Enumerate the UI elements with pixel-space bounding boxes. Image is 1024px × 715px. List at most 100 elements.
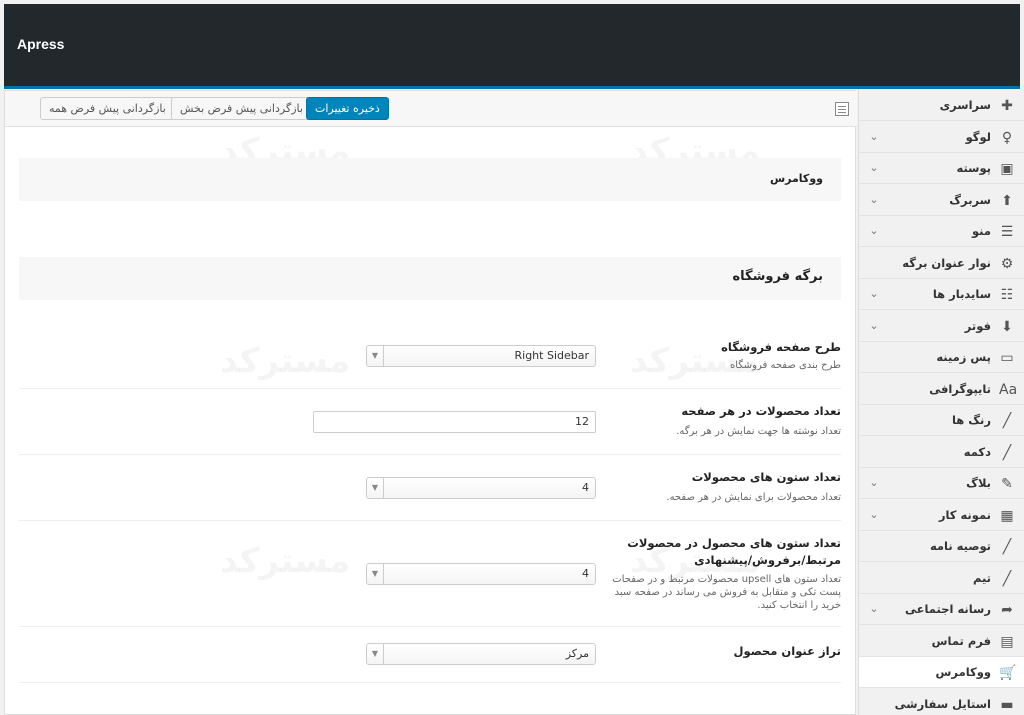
chevron-down-icon[interactable]: ⌄ (867, 319, 881, 333)
sidebar-item-label: نمونه کار (938, 507, 991, 522)
admin-header: Apress (0, 0, 1024, 90)
sidebar-item[interactable]: ╱ توصیه نامه (859, 531, 1024, 562)
sidebar-item[interactable]: ☷ سایدبار ها ⌄ (859, 279, 1024, 310)
sidebar-item-label: لوگو (965, 129, 991, 144)
products-per-page-input[interactable]: 12 (313, 411, 596, 433)
edit-icon: ✎ (1001, 476, 1013, 492)
sidebar-item[interactable]: ➦ رسانه اجتماعی ⌄ (859, 594, 1024, 625)
sidebar-item-label: پس زمینه (936, 350, 991, 364)
typography-icon: Aa (999, 381, 1018, 398)
select-value: 4 (582, 481, 589, 494)
brush-icon: ╱ (1002, 539, 1012, 555)
field-products-per-page: تعداد محصولات در هر صفحه تعداد نوشته ها … (19, 389, 841, 455)
sidebar-item-label: توصیه نامه (929, 539, 991, 553)
save-changes-button[interactable]: ذخیره تغییرات (306, 97, 389, 120)
shop-layout-select[interactable]: Right Sidebar ▼ (366, 345, 596, 367)
chevron-down-icon[interactable]: ⌄ (867, 476, 881, 490)
related-columns-select[interactable]: 4 ▼ (366, 563, 596, 585)
lightbulb-icon: ♀ (1001, 129, 1013, 146)
list-icon: ☷ (1000, 287, 1014, 303)
sidebar-item-label: رنگ ها (951, 413, 991, 427)
chevron-down-icon[interactable]: ⌄ (867, 508, 881, 522)
sidebar-item[interactable]: ⬇ فوتر ⌄ (859, 310, 1024, 342)
options-sidebar: ✚ سراسری ♀ لوگو ⌄ ▣ پوسته ⌄ ⬆ سربرگ ⌄ ☰ منو ⌄ ⚙ نوار عن… (858, 90, 1024, 715)
field-title-align: تراز عنوان محصول مرکز ▼ (19, 627, 841, 683)
field-description: تعداد نوشته ها جهت نمایش در هر برگه. (676, 426, 841, 437)
sidebar-item[interactable]: ✚ سراسری (859, 90, 1024, 121)
menu-icon: ☰ (1000, 224, 1014, 240)
expand-options-icon[interactable] (835, 102, 849, 116)
sidebar-item[interactable]: ▦ نمونه کار ⌄ (859, 499, 1024, 531)
chevron-down-icon: ▼ (367, 346, 384, 366)
sidebar-item[interactable]: ☰ منو ⌄ (859, 216, 1024, 247)
chevron-down-icon[interactable]: ⌄ (867, 130, 881, 144)
field-title: تراز عنوان محصول (733, 644, 842, 658)
sidebar-item-label: نوار عنوان برگه (902, 255, 991, 270)
cart-icon: 🛒 (999, 665, 1017, 681)
sidebar-item-label: استایل سفارشی (894, 696, 991, 711)
chevron-down-icon: ▼ (367, 478, 384, 498)
field-related-columns: تعداد ستون های محصول در محصولات مرتبط/بر… (19, 521, 841, 627)
sidebar-item-label: فوتر (964, 318, 991, 333)
options-panel: بازگردانی پیش فرض همه بازگردانی پیش فرض … (4, 90, 857, 715)
sidebar-item-label: تیم (972, 570, 991, 585)
field-description: تعداد ستون های upsell محصولات مرتبط و در… (612, 574, 841, 611)
sidebar-item[interactable]: Aa تایپوگرافی (859, 373, 1024, 405)
field-description: تعداد محصولات برای نمایش در هر صفحه. (666, 492, 841, 503)
chevron-down-icon: ▼ (367, 564, 384, 584)
sidebar-item-label: سربرگ (949, 192, 991, 207)
sidebar-item-label: سایدبار ها (932, 287, 991, 301)
sidebar-item-label: تایپوگرافی (929, 381, 991, 396)
share-icon: ➦ (1001, 602, 1013, 618)
sidebar-item[interactable]: 🛒 ووکامرس (859, 657, 1024, 688)
sidebar-item[interactable]: ╱ تیم (859, 562, 1024, 594)
field-shop-layout: طرح صفحه فروشگاه طرح بندی صفحه فروشگاه R… (19, 331, 841, 389)
sidebar-item-label: سراسری (939, 98, 991, 112)
chevron-down-icon: ▼ (367, 644, 384, 664)
layout-icon: ▣ (1000, 161, 1014, 177)
monitor-icon: ▭ (1000, 350, 1014, 366)
app-title: Apress (17, 36, 65, 52)
chevron-down-icon[interactable]: ⌄ (867, 224, 881, 238)
sidebar-item[interactable]: ▤ فرم تماس (859, 625, 1024, 657)
select-value: Right Sidebar (514, 349, 590, 362)
field-title: تعداد محصولات در هر صفحه (681, 404, 841, 418)
sidebar-item[interactable]: ⬆ سربرگ ⌄ (859, 184, 1024, 216)
section-title: برگه فروشگاه (732, 269, 823, 284)
arrow-down-icon: ⬇ (1001, 318, 1013, 335)
select-value: مرکز (565, 647, 589, 660)
header-accent-line (4, 86, 1020, 89)
brush-icon: ╱ (1002, 444, 1012, 461)
input-value: 12 (575, 415, 589, 428)
sidebar-item[interactable]: ▭ پس زمینه (859, 342, 1024, 373)
reset-section-button[interactable]: بازگردانی پیش فرض بخش (171, 97, 312, 120)
sidebar-item-label: بلاگ (966, 476, 991, 490)
title-align-select[interactable]: مرکز ▼ (366, 643, 596, 665)
sidebar-item[interactable]: ♀ لوگو ⌄ (859, 121, 1024, 153)
options-toolbar: بازگردانی پیش فرض همه بازگردانی پیش فرض … (5, 91, 857, 127)
sidebar-item[interactable]: ▬ استایل سفارشی (859, 688, 1024, 715)
sidebar-item[interactable]: ╱ رنگ ها (859, 405, 1024, 436)
sidebar-item[interactable]: ⚙ نوار عنوان برگه (859, 247, 1024, 279)
grid-icon: ▦ (1000, 507, 1014, 524)
sidebar-item-label: دکمه (963, 444, 991, 459)
sidebar-item-label: پوسته (956, 161, 991, 175)
sidebar-item-label: رسانه اجتماعی (905, 602, 991, 616)
contact-icon: ▤ (1000, 633, 1014, 650)
chevron-down-icon[interactable]: ⌄ (867, 287, 881, 301)
field-product-columns: تعداد ستون های محصولات تعداد محصولات برا… (19, 455, 841, 521)
arrow-up-icon: ⬆ (1001, 192, 1013, 209)
section-title: ووکامرس (769, 172, 823, 185)
chevron-down-icon[interactable]: ⌄ (867, 161, 881, 175)
sidebar-item-label: ووکامرس (935, 665, 991, 679)
sidebar-item[interactable]: ✎ بلاگ ⌄ (859, 468, 1024, 499)
field-title: تعداد ستون های محصول در محصولات مرتبط/بر… (627, 536, 841, 567)
chevron-down-icon[interactable]: ⌄ (867, 193, 881, 207)
section-woocommerce: ووکامرس (19, 158, 841, 201)
gear-icon: ⚙ (1000, 255, 1014, 272)
sidebar-item[interactable]: ▣ پوسته ⌄ (859, 153, 1024, 184)
chevron-down-icon[interactable]: ⌄ (867, 602, 881, 616)
reset-all-button[interactable]: بازگردانی پیش فرض همه (40, 97, 175, 120)
product-columns-select[interactable]: 4 ▼ (366, 477, 596, 499)
sidebar-item[interactable]: ╱ دکمه (859, 436, 1024, 468)
